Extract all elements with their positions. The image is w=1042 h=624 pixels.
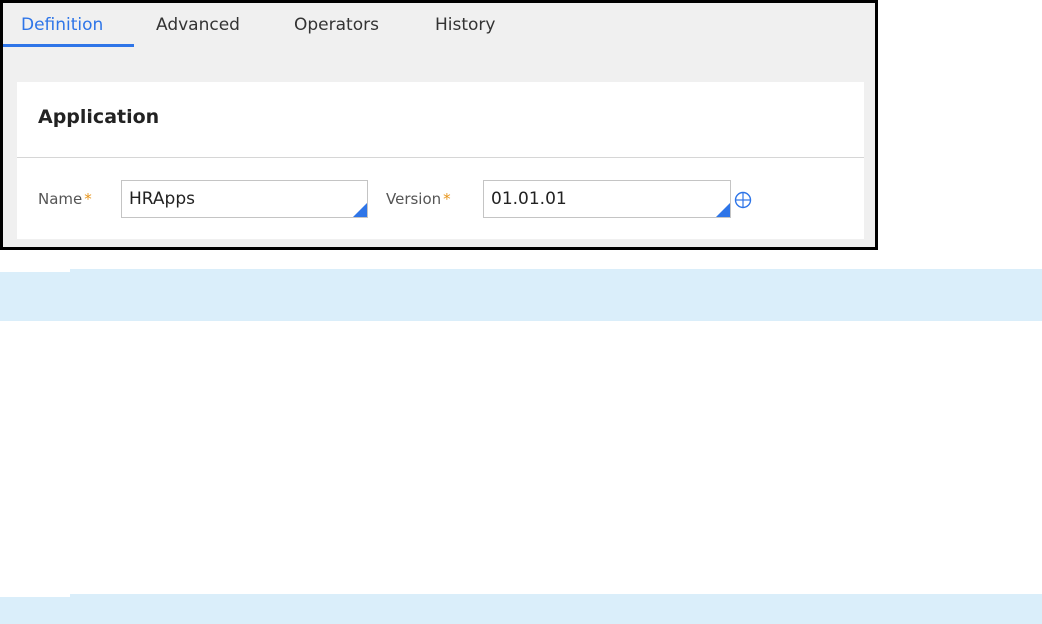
name-field-label: Name * [38,190,92,208]
active-tab-indicator [3,44,134,47]
highlight-band-top [0,269,1042,321]
application-rule-panel: Definition Advanced Operators History Ap… [0,0,878,250]
crosshair-icon[interactable] [734,191,752,209]
name-input-value: HRApps [129,189,195,209]
version-label-text: Version [386,190,442,208]
application-card: Application Name * HRApps Version * 01.01.… [17,82,864,239]
band-notch [0,269,70,272]
highlight-band-bottom [0,594,1042,624]
section-title: Application [38,106,160,128]
required-star-icon: * [443,190,451,208]
tab-advanced[interactable]: Advanced [156,11,240,48]
tab-operators[interactable]: Operators [294,11,379,48]
tab-bar: Definition Advanced Operators History [3,3,875,48]
tab-history[interactable]: History [435,11,495,48]
band-notch [0,594,70,597]
name-label-text: Name [38,190,83,208]
autocomplete-corner-icon [353,203,367,217]
name-input[interactable]: HRApps [121,180,368,218]
version-field-label: Version * [386,190,451,208]
autocomplete-corner-icon [716,203,730,217]
required-star-icon: * [84,190,92,208]
version-input-value: 01.01.01 [491,189,567,209]
version-input[interactable]: 01.01.01 [483,180,731,218]
section-divider [17,157,864,158]
tab-definition[interactable]: Definition [21,11,103,48]
